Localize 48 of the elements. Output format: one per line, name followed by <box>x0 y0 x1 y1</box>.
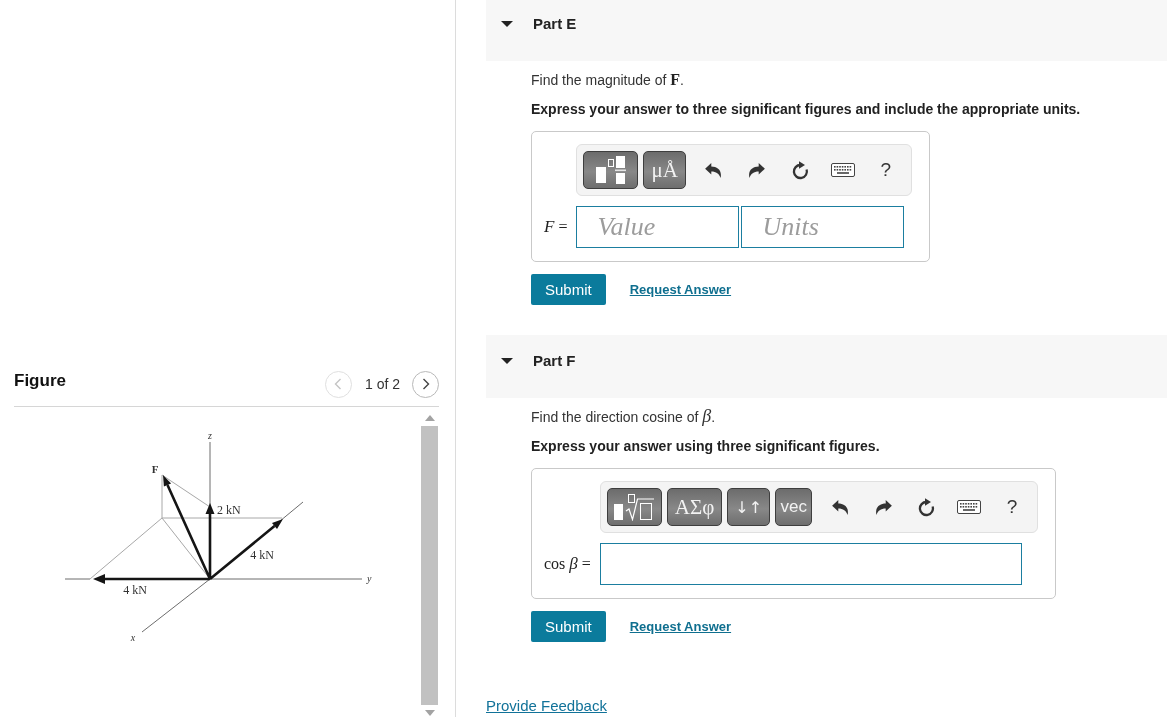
help-button[interactable]: ? <box>993 488 1032 526</box>
answer-label: cos β = <box>544 554 591 574</box>
request-answer-link[interactable]: Request Answer <box>629 282 732 297</box>
feedback-link[interactable]: Provide Feedback <box>486 697 607 715</box>
undo-icon[interactable] <box>705 162 723 178</box>
part-title: Part E <box>533 15 577 33</box>
radical-template-icon <box>614 493 655 521</box>
arrows-button[interactable]: ↓↑ <box>727 488 771 526</box>
instruction-text: Express your answer to three significant figures and include the appropriate units. <box>531 100 1082 118</box>
redo-icon[interactable] <box>874 499 892 515</box>
question-text: Find the magnitude of F. <box>531 71 685 89</box>
instruction-text: Express your answer using three significant figures. <box>531 437 881 455</box>
page-indicator: 1 of 2 <box>364 376 400 392</box>
fraction-template-icon <box>595 156 626 184</box>
scrollbar-thumb[interactable] <box>421 426 438 705</box>
keyboard-icon[interactable] <box>957 500 982 514</box>
vector-button[interactable]: vec <box>775 488 813 526</box>
radical-template-button[interactable] <box>606 488 662 526</box>
part-title: Part F <box>533 352 576 370</box>
undo-icon[interactable] <box>831 499 849 515</box>
force-label: 2 kN <box>217 503 241 517</box>
force-label: 4 kN <box>123 583 147 597</box>
units-button[interactable]: μÅ <box>643 151 686 189</box>
request-answer-link[interactable]: Request Answer <box>629 619 732 634</box>
chevron-left-icon <box>334 378 343 390</box>
figure-title: Figure <box>14 371 66 391</box>
part-header[interactable]: Part E <box>486 0 1167 61</box>
redo-icon[interactable] <box>748 162 766 178</box>
chevron-right-icon <box>421 378 430 390</box>
help-button[interactable]: ? <box>866 151 905 189</box>
axis-label: z <box>208 430 212 441</box>
units-field[interactable]: Units <box>741 206 905 248</box>
answer-label: F = <box>544 217 568 237</box>
reset-icon[interactable] <box>916 497 937 517</box>
greek-letters-button[interactable]: ΑΣφ <box>666 488 723 526</box>
next-button[interactable] <box>412 370 439 398</box>
force-label: 4 kN <box>250 548 274 562</box>
keyboard-icon[interactable] <box>830 163 855 177</box>
part-header[interactable]: Part F <box>486 335 1167 398</box>
fraction-template-button[interactable] <box>583 151 639 189</box>
value-field[interactable]: Value <box>576 206 740 248</box>
axis-label: y <box>367 573 372 584</box>
axis-label: x <box>130 632 136 643</box>
answer-field[interactable] <box>599 543 1022 585</box>
submit-button[interactable]: Submit <box>531 274 606 305</box>
question-text: Find the direction cosine of β. <box>531 408 717 426</box>
submit-button[interactable]: Submit <box>531 611 606 642</box>
force-label: F <box>151 463 159 475</box>
